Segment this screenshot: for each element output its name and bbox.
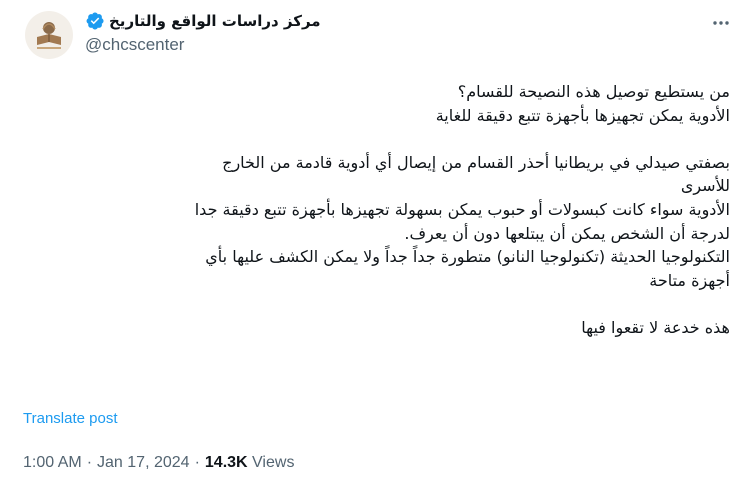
post-metadata: 1:00 AM · Jan 17, 2024 · 14.3K Views	[23, 454, 294, 472]
tweet-text-line: أجهزة متاحة	[649, 270, 730, 290]
avatar[interactable]	[25, 11, 73, 59]
translate-post-link[interactable]: Translate post	[23, 410, 118, 427]
tweet-text-line: للأسرى	[680, 176, 730, 196]
organization-logo-icon	[37, 22, 61, 49]
tweet-text-line: لدرجة أن الشخص يمكن أن يبتلعها دون أن يع…	[404, 223, 730, 243]
separator-dot: ·	[86, 454, 93, 471]
views-count[interactable]: 14.3K	[205, 454, 248, 471]
post-time[interactable]: 1:00 AM	[23, 454, 82, 471]
tweet-text-line: الأدوية سواء كانت كبسولات أو حبوب يمكن ب…	[194, 199, 730, 219]
author-display-name[interactable]: مركز دراسات الواقع والتاريخ	[109, 12, 321, 30]
author-info: مركز دراسات الواقع والتاريخ @chcscenter	[85, 10, 485, 55]
separator-dot: ·	[194, 454, 200, 471]
more-options-button[interactable]	[706, 8, 736, 38]
verified-badge-icon	[86, 12, 104, 30]
more-options-icon	[713, 21, 729, 25]
views-label: Views	[252, 454, 295, 471]
author-handle[interactable]: @chcscenter	[85, 35, 485, 55]
tweet-text-line: من يستطيع توصيل هذه النصيحة للقسام؟	[457, 82, 730, 101]
author-name-row: مركز دراسات الواقع والتاريخ	[85, 10, 485, 32]
tweet-header: مركز دراسات الواقع والتاريخ @chcscenter	[0, 0, 747, 70]
tweet: مركز دراسات الواقع والتاريخ @chcscenter …	[0, 0, 747, 481]
tweet-text-line: بصفتي صيدلي في بريطانيا أحذر القسام من إ…	[222, 152, 730, 172]
tweet-text-line: التكنولوجيا الحديثة (تكنولوجيا النانو) م…	[205, 247, 730, 267]
tweet-text-line: الأدوية يمكن تجهيزها بأجهزة تتبع دقيقة ل…	[435, 105, 730, 125]
post-date[interactable]: Jan 17, 2024	[97, 454, 190, 471]
tweet-text: من يستطيع توصيل هذه النصيحة للقسام؟ الأد…	[30, 80, 730, 340]
tweet-text-line: هذه خدعة لا تقعوا فيها	[581, 317, 730, 337]
